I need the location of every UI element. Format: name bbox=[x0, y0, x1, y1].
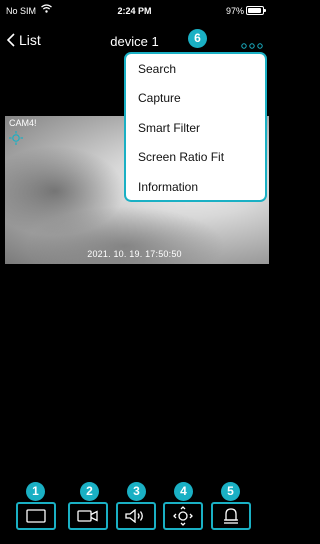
menu-item-smart-filter[interactable]: Smart Filter bbox=[138, 121, 200, 135]
audio-button[interactable] bbox=[116, 502, 156, 530]
menu-item-information[interactable]: Information bbox=[138, 180, 198, 194]
menu-item-screen-ratio-fit[interactable]: Screen Ratio Fit bbox=[138, 150, 224, 164]
callout-badge-2: 2 bbox=[80, 482, 99, 501]
status-bar: No SIM 2:24 PM 97% bbox=[0, 0, 269, 20]
alarm-bell-icon bbox=[224, 508, 238, 524]
screen-layout-button[interactable] bbox=[16, 502, 56, 530]
battery-percent: 97% bbox=[225, 6, 244, 16]
audio-icon bbox=[125, 509, 143, 523]
video-timestamp: 2021. 10. 19. 17:50:50 bbox=[87, 249, 182, 259]
battery-icon bbox=[246, 6, 266, 15]
alarm-button[interactable] bbox=[211, 502, 251, 530]
ptz-indicator-icon bbox=[9, 131, 23, 150]
callout-badge-4: 4 bbox=[174, 482, 193, 501]
record-icon bbox=[77, 510, 98, 522]
page-title: device 1 bbox=[110, 34, 159, 49]
more-dots-icon bbox=[241, 43, 263, 49]
camera-label: CAM4! bbox=[9, 118, 37, 128]
screen-layout-icon bbox=[26, 509, 46, 523]
callout-badge-6: 6 bbox=[188, 29, 207, 48]
options-menu: Search Capture Smart Filter Screen Ratio… bbox=[124, 52, 267, 202]
menu-item-search[interactable]: Search bbox=[138, 62, 176, 76]
callout-badge-3: 3 bbox=[127, 482, 146, 501]
callout-badge-1: 1 bbox=[26, 482, 45, 501]
menu-item-capture[interactable]: Capture bbox=[138, 91, 181, 105]
ptz-icon bbox=[173, 506, 193, 526]
callout-badge-5: 5 bbox=[221, 482, 240, 501]
ptz-button[interactable] bbox=[163, 502, 203, 530]
record-button[interactable] bbox=[68, 502, 108, 530]
